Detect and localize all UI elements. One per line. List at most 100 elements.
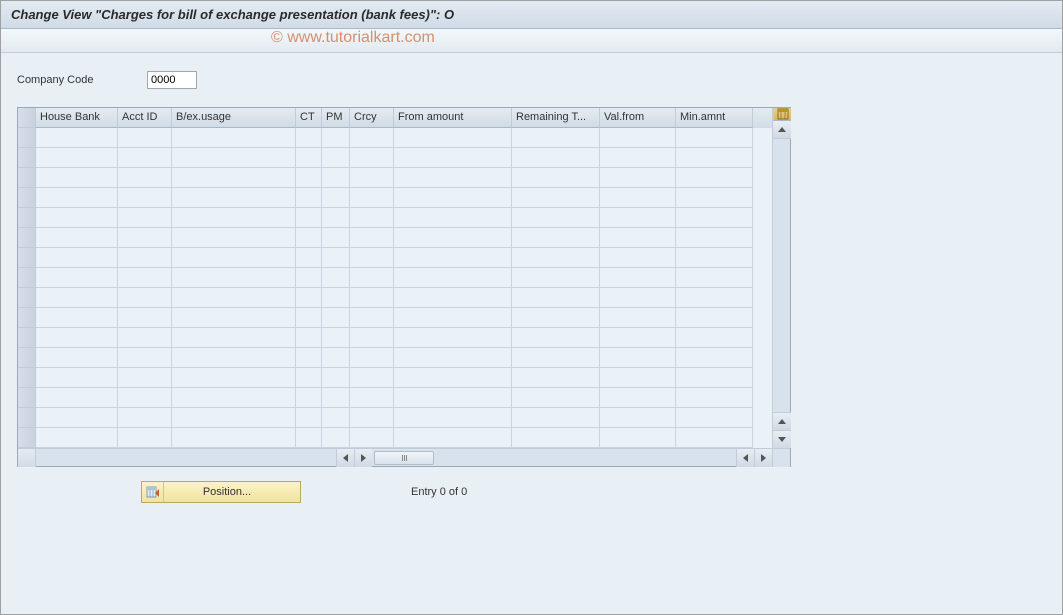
data-cell[interactable] (350, 328, 394, 348)
data-cell[interactable] (172, 368, 296, 388)
data-cell[interactable] (36, 408, 118, 428)
data-cell[interactable] (36, 268, 118, 288)
data-cell[interactable] (350, 288, 394, 308)
data-cell[interactable] (512, 208, 600, 228)
data-cell[interactable] (322, 348, 350, 368)
vertical-scrollbar[interactable] (772, 108, 790, 448)
data-cell[interactable] (350, 208, 394, 228)
data-cell[interactable] (118, 348, 172, 368)
data-cell[interactable] (600, 408, 676, 428)
data-cell[interactable] (512, 288, 600, 308)
data-cell[interactable] (512, 328, 600, 348)
data-cell[interactable] (350, 268, 394, 288)
data-cell[interactable] (512, 248, 600, 268)
data-cell[interactable] (512, 348, 600, 368)
data-cell[interactable] (118, 248, 172, 268)
row-selector[interactable] (18, 388, 36, 408)
data-cell[interactable] (118, 188, 172, 208)
data-cell[interactable] (36, 288, 118, 308)
row-selector[interactable] (18, 248, 36, 268)
data-cell[interactable] (350, 128, 394, 148)
position-button[interactable]: Position... (141, 481, 301, 503)
row-selector[interactable] (18, 428, 36, 448)
data-cell[interactable] (322, 428, 350, 448)
data-cell[interactable] (350, 308, 394, 328)
data-cell[interactable] (676, 368, 753, 388)
data-cell[interactable] (322, 268, 350, 288)
data-cell[interactable] (296, 408, 322, 428)
row-selector[interactable] (18, 348, 36, 368)
scroll-right-button[interactable] (354, 449, 372, 467)
data-cell[interactable] (296, 268, 322, 288)
data-cell[interactable] (394, 228, 512, 248)
row-selector[interactable] (18, 328, 36, 348)
data-cell[interactable] (172, 188, 296, 208)
data-cell[interactable] (600, 348, 676, 368)
data-cell[interactable] (296, 228, 322, 248)
data-cell[interactable] (172, 228, 296, 248)
data-cell[interactable] (676, 168, 753, 188)
data-cell[interactable] (350, 368, 394, 388)
column-header[interactable]: Remaining T... (512, 108, 600, 128)
data-cell[interactable] (512, 128, 600, 148)
column-header[interactable]: Acct ID (118, 108, 172, 128)
data-cell[interactable] (676, 288, 753, 308)
row-selector[interactable] (18, 168, 36, 188)
data-cell[interactable] (322, 408, 350, 428)
data-cell[interactable] (36, 248, 118, 268)
data-cell[interactable] (350, 148, 394, 168)
data-cell[interactable] (512, 268, 600, 288)
scroll-left-button[interactable] (336, 449, 354, 467)
row-selector[interactable] (18, 188, 36, 208)
data-cell[interactable] (296, 388, 322, 408)
data-cell[interactable] (394, 428, 512, 448)
data-cell[interactable] (676, 208, 753, 228)
data-cell[interactable] (322, 248, 350, 268)
data-cell[interactable] (36, 228, 118, 248)
data-cell[interactable] (394, 288, 512, 308)
data-cell[interactable] (512, 388, 600, 408)
data-cell[interactable] (676, 188, 753, 208)
data-cell[interactable] (296, 208, 322, 228)
data-cell[interactable] (600, 288, 676, 308)
data-cell[interactable] (394, 388, 512, 408)
data-cell[interactable] (512, 408, 600, 428)
data-cell[interactable] (118, 268, 172, 288)
data-cell[interactable] (296, 348, 322, 368)
data-cell[interactable] (394, 268, 512, 288)
data-cell[interactable] (322, 228, 350, 248)
data-cell[interactable] (512, 188, 600, 208)
data-cell[interactable] (172, 288, 296, 308)
column-header[interactable]: Min.amnt (676, 108, 753, 128)
row-selector[interactable] (18, 148, 36, 168)
data-cell[interactable] (600, 168, 676, 188)
data-cell[interactable] (512, 308, 600, 328)
data-cell[interactable] (322, 168, 350, 188)
company-code-input[interactable] (147, 71, 197, 89)
data-cell[interactable] (172, 308, 296, 328)
data-cell[interactable] (36, 188, 118, 208)
data-cell[interactable] (36, 348, 118, 368)
row-selector[interactable] (18, 208, 36, 228)
data-cell[interactable] (676, 248, 753, 268)
data-cell[interactable] (322, 328, 350, 348)
data-cell[interactable] (322, 388, 350, 408)
data-cell[interactable] (118, 128, 172, 148)
data-cell[interactable] (676, 328, 753, 348)
data-cell[interactable] (118, 288, 172, 308)
data-cell[interactable] (172, 248, 296, 268)
data-cell[interactable] (36, 148, 118, 168)
data-cell[interactable] (322, 148, 350, 168)
data-cell[interactable] (172, 388, 296, 408)
data-cell[interactable] (350, 188, 394, 208)
data-cell[interactable] (118, 208, 172, 228)
data-cell[interactable] (394, 328, 512, 348)
data-cell[interactable] (36, 308, 118, 328)
data-cell[interactable] (600, 148, 676, 168)
data-cell[interactable] (394, 128, 512, 148)
data-cell[interactable] (676, 308, 753, 328)
data-cell[interactable] (36, 428, 118, 448)
data-cell[interactable] (172, 148, 296, 168)
data-cell[interactable] (512, 168, 600, 188)
data-cell[interactable] (172, 268, 296, 288)
